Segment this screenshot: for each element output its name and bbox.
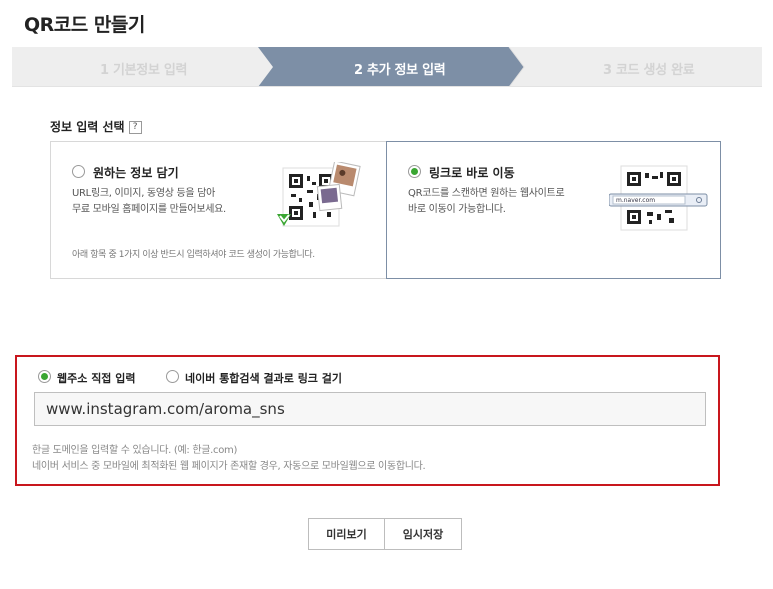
preview-button[interactable]: 미리보기 (308, 518, 385, 550)
radio-wish-info[interactable] (72, 165, 85, 178)
help-icon[interactable]: ? (128, 121, 142, 134)
option-note: 아래 항목 중 1가지 이상 반드시 입력하셔야 코드 생성이 가능합니다. (72, 250, 315, 260)
option-label-naver-search[interactable]: 네이버 통합검색 결과로 링크 걸기 (185, 370, 342, 386)
link-input-panel: 웹주소 직접 입력 네이버 통합검색 결과로 링크 걸기 한글 도메인을 입력할… (15, 355, 720, 486)
url-preview-text: m.naver.com (616, 197, 656, 204)
option-desc-wish-info: URL링크, 이미지, 동영상 등을 담아 무료 모바일 홈페이지를 만들어보세… (72, 188, 226, 215)
page-title: QR코드 만들기 (24, 14, 145, 36)
step-3-label: 3 코드 생성 완료 (603, 63, 695, 78)
option-title-wish-info: 원하는 정보 담기 (93, 166, 179, 180)
step-indicator: 1 기본정보 입력 2 추가 정보 입력 3 코드 생성 완료 (12, 47, 762, 87)
radio-naver-search[interactable] (166, 370, 179, 383)
option-card-link-direct[interactable]: 링크로 바로 이동 QR코드를 스캔하면 원하는 웹사이트로 바로 이동이 가능… (386, 141, 721, 279)
option-card-wish-info[interactable]: 원하는 정보 담기 URL링크, 이미지, 동영상 등을 담아 무료 모바일 홈… (50, 141, 387, 279)
hint-mobile-redirect: 네이버 서비스 중 모바일에 최적화된 웹 페이지가 존재할 경우, 자동으로 … (32, 461, 426, 472)
option-label-url-direct[interactable]: 웹주소 직접 입력 (57, 370, 136, 386)
url-input[interactable] (34, 392, 706, 426)
hint-korean-domain: 한글 도메인을 입력할 수 있습니다. (예: 한글.com) (32, 445, 238, 456)
option-title-link-direct: 링크로 바로 이동 (429, 166, 515, 180)
temp-save-button[interactable]: 임시저장 (384, 518, 462, 550)
option-desc-link-direct: QR코드를 스캔하면 원하는 웹사이트로 바로 이동이 가능합니다. (408, 188, 565, 215)
qr-with-photos-illustration (277, 162, 361, 227)
radio-url-direct[interactable] (38, 370, 51, 383)
radio-link-direct[interactable] (408, 165, 421, 178)
info-select-title: 정보 입력 선택? (50, 118, 142, 135)
step-2-label: 2 추가 정보 입력 (354, 63, 446, 78)
step-1-label: 1 기본정보 입력 (100, 63, 188, 78)
